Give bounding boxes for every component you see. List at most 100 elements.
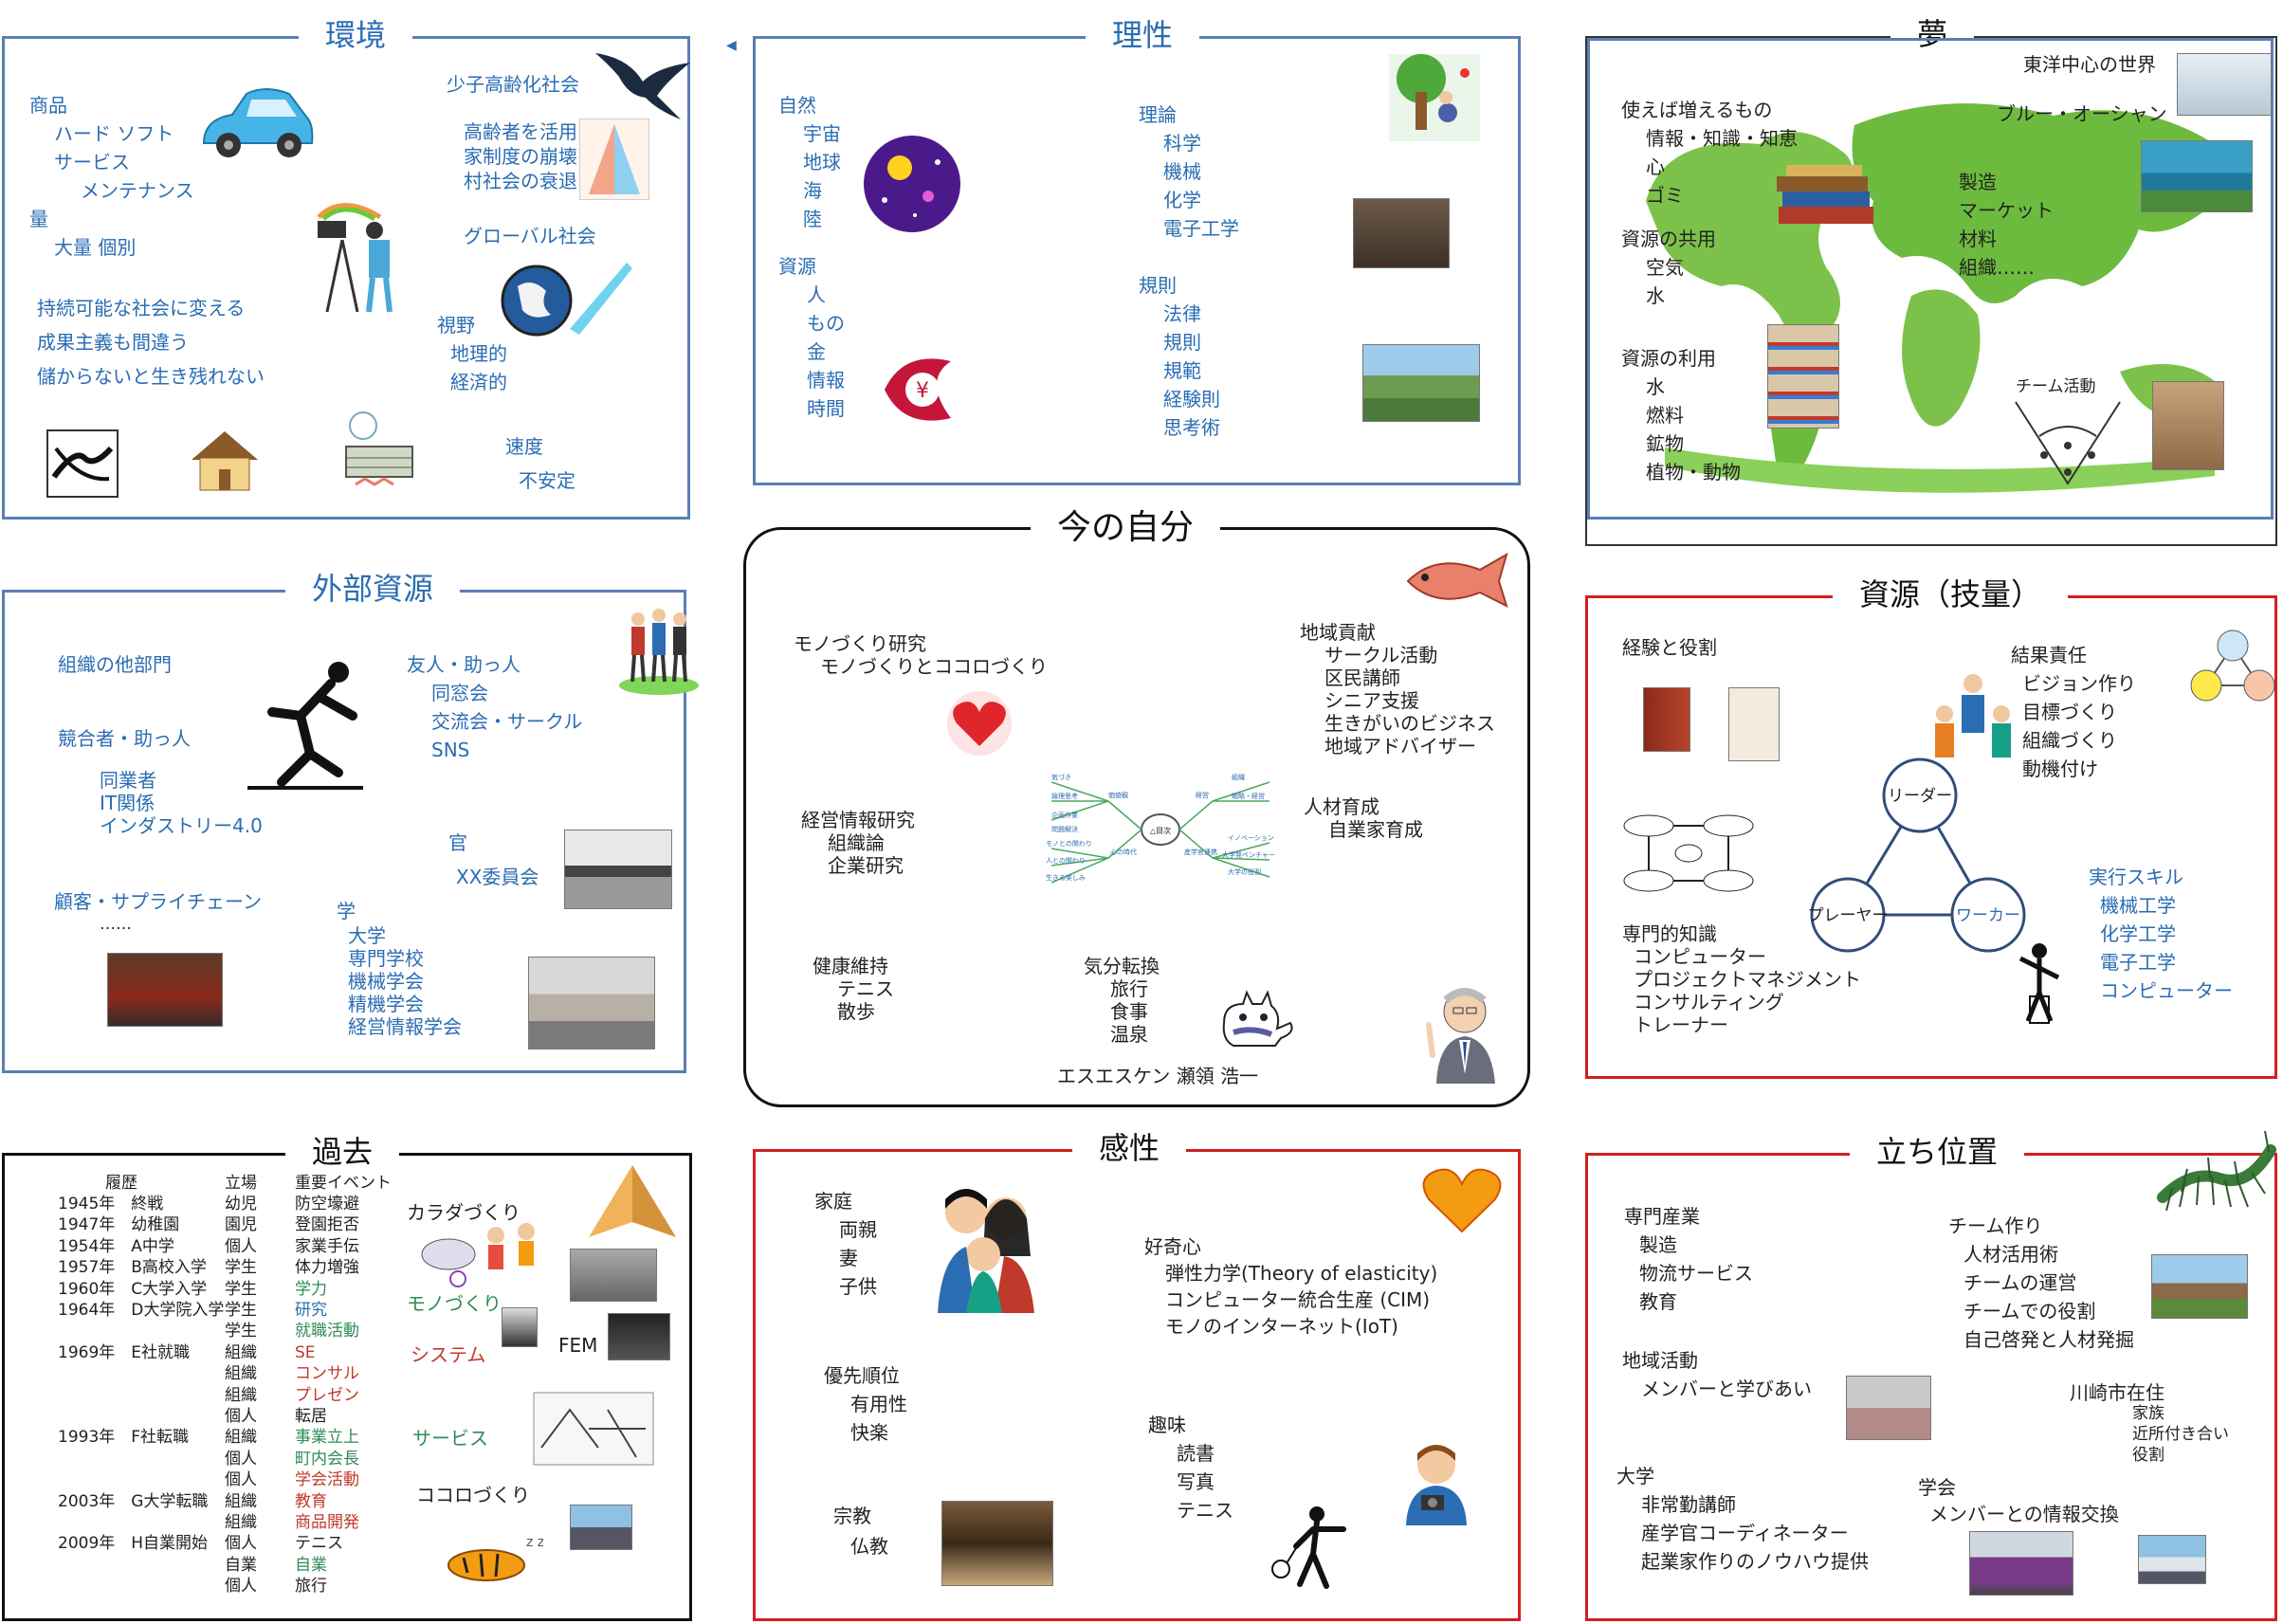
position-text: 近所付き合い <box>2132 1425 2229 1444</box>
history-entry: 1969年 E社就職 <box>58 1342 191 1362</box>
mindmap-label: 組織 <box>1232 773 1245 781</box>
friends-icon <box>619 609 699 695</box>
history-role: 幼児 <box>225 1195 257 1213</box>
position-text: 自己啓発と人材発掘 <box>1963 1328 2134 1351</box>
reason-text: 化学 <box>1163 189 1201 211</box>
panel-external-resources: 外部資源 組織の他部門 友人・助っ人 同窓会 交流会・サークル SNS 競合者・… <box>2 570 699 1073</box>
external-text: 友人・助っ人 <box>407 653 521 676</box>
mindmap-label: 心の時代 <box>1110 848 1137 856</box>
dream-text: 空気 <box>1646 256 1684 279</box>
panel-resources-skills: 資源（技量） 経験と役割 結果責任 ビジョン作り 目標づくり 組織づくり 動機付… <box>1585 575 2277 1079</box>
mindmap-label: 大学の役割 <box>1228 867 1261 876</box>
position-text: メンバーと学びあい <box>1641 1378 1812 1400</box>
history-event: 旅行 <box>295 1577 327 1597</box>
resources-text: 化学工学 <box>2100 922 2176 945</box>
history-role: 組織 <box>225 1364 257 1384</box>
reason-text: 自然 <box>778 94 816 117</box>
mindmap-label: 問題解決 <box>1051 825 1078 833</box>
history-entry: 2009年 H自業開始 <box>58 1534 209 1554</box>
env-text: 商品 <box>29 94 67 117</box>
past-right-text: FEM <box>558 1334 598 1357</box>
self-text: 地域貢献 <box>1300 621 1376 644</box>
fem-photo <box>608 1313 670 1360</box>
self-text: 健康維持 <box>813 955 888 977</box>
env-text: 経済的 <box>450 371 507 393</box>
car-icon <box>202 88 314 157</box>
dream-text: 使えば増えるもの <box>1621 99 1773 121</box>
position-text: 大学 <box>1616 1465 1654 1487</box>
house-icon <box>192 431 258 491</box>
panel-dream: 夢 東洋中心の世界 使えば増えるもの 情報・知識・知恵 心 ゴミ ブルー・オーシ… <box>1585 15 2277 546</box>
kansei-text: 家庭 <box>814 1190 852 1213</box>
external-text: 交流会・サークル <box>431 710 583 733</box>
heart-icon <box>947 691 1012 756</box>
kansei-text: 優先順位 <box>824 1364 900 1387</box>
photographer-icon <box>317 203 393 313</box>
red-book-photo <box>1643 687 1690 752</box>
reason-text: 規範 <box>1163 359 1201 382</box>
history-entry: 1954年 A中学 <box>58 1236 174 1256</box>
self-text: 散歩 <box>837 1000 875 1023</box>
panel-title: 立ち位置 <box>1850 1133 2025 1171</box>
past-right-text: ココロづくり <box>416 1484 530 1506</box>
history-event: SE <box>295 1342 316 1362</box>
role-worker: ワーカー <box>1956 906 2020 925</box>
mindmap-label: △目次 <box>1150 826 1171 835</box>
env-text: 成果主義も間違う <box>37 331 189 354</box>
history-entry: 1945年 終戦 <box>58 1195 164 1213</box>
history-event: 登園拒否 <box>295 1215 359 1235</box>
panel-title: 過去 <box>285 1133 400 1171</box>
self-text: 組織論 <box>828 831 885 854</box>
env-text: 速度 <box>505 435 543 458</box>
external-text: 競合者・助っ人 <box>58 727 191 750</box>
external-text: 大学 <box>348 924 386 947</box>
globe-icon <box>501 263 632 337</box>
reason-text: 資源 <box>778 255 816 278</box>
pyramid-icon <box>589 1165 676 1237</box>
factory-photo <box>107 953 223 1027</box>
kansei-text: 両親 <box>839 1218 877 1241</box>
centipede-icon <box>2157 1131 2276 1212</box>
reason-text: 法律 <box>1163 302 1201 325</box>
dream-text: 材料 <box>1959 228 1997 250</box>
committee-meeting-photo <box>564 830 672 909</box>
external-text: 専門学校 <box>348 947 424 970</box>
external-text: インダストリー4.0 <box>100 814 263 837</box>
history-role: 個人 <box>225 1577 257 1597</box>
resources-text: 電子工学 <box>2100 951 2176 974</box>
history-entry: 1964年 D大学院入学 <box>58 1301 225 1320</box>
env-text: 高齢者を活用 <box>464 120 577 143</box>
env-text: 持続可能な社会に変える <box>37 297 246 319</box>
store-shelf-photo <box>1767 324 1839 429</box>
panel-sensibility: 感性 家庭 両親 妻 子供 好奇心 弾性力学(Theory of elastic… <box>753 1129 1521 1621</box>
bird-icon <box>595 53 690 119</box>
self-text: 自業家育成 <box>1328 818 1423 841</box>
external-text: 同業者 <box>100 769 156 792</box>
reason-text: 人 <box>807 283 826 306</box>
reason-text: 科学 <box>1163 132 1201 155</box>
dream-text: 心 <box>1646 155 1665 178</box>
worker-icon <box>2018 943 2060 1024</box>
history-role: 組織 <box>225 1385 257 1405</box>
history-role: 組織 <box>225 1491 257 1511</box>
history-event: 商品開発 <box>295 1513 359 1532</box>
position-text: 人材活用術 <box>1963 1243 2058 1266</box>
history-role: 学生 <box>225 1258 257 1278</box>
kansei-text: テニス <box>1177 1499 1233 1522</box>
self-text: エスエスケン 瀬領 浩一 <box>1057 1065 1259 1087</box>
env-text: 不安定 <box>519 469 575 492</box>
history-role: 組織 <box>225 1513 257 1532</box>
resources-text: 目標づくり <box>2022 701 2117 723</box>
history-event: 学力 <box>295 1279 327 1299</box>
history-role: 学生 <box>225 1279 257 1299</box>
self-text: 気分転換 <box>1084 955 1160 977</box>
professor-icon <box>1426 988 1495 1084</box>
position-text: チームの運営 <box>1963 1271 2077 1294</box>
position-text: 産学官コーディネーター <box>1641 1522 1849 1544</box>
dream-text: 水 <box>1646 375 1665 398</box>
self-text: シニア支援 <box>1324 689 1419 712</box>
external-text: IT関係 <box>100 792 155 814</box>
kansei-text: 仏教 <box>850 1535 888 1558</box>
history-role: 組織 <box>225 1342 257 1362</box>
panel-title: 理性 <box>1086 16 1200 54</box>
